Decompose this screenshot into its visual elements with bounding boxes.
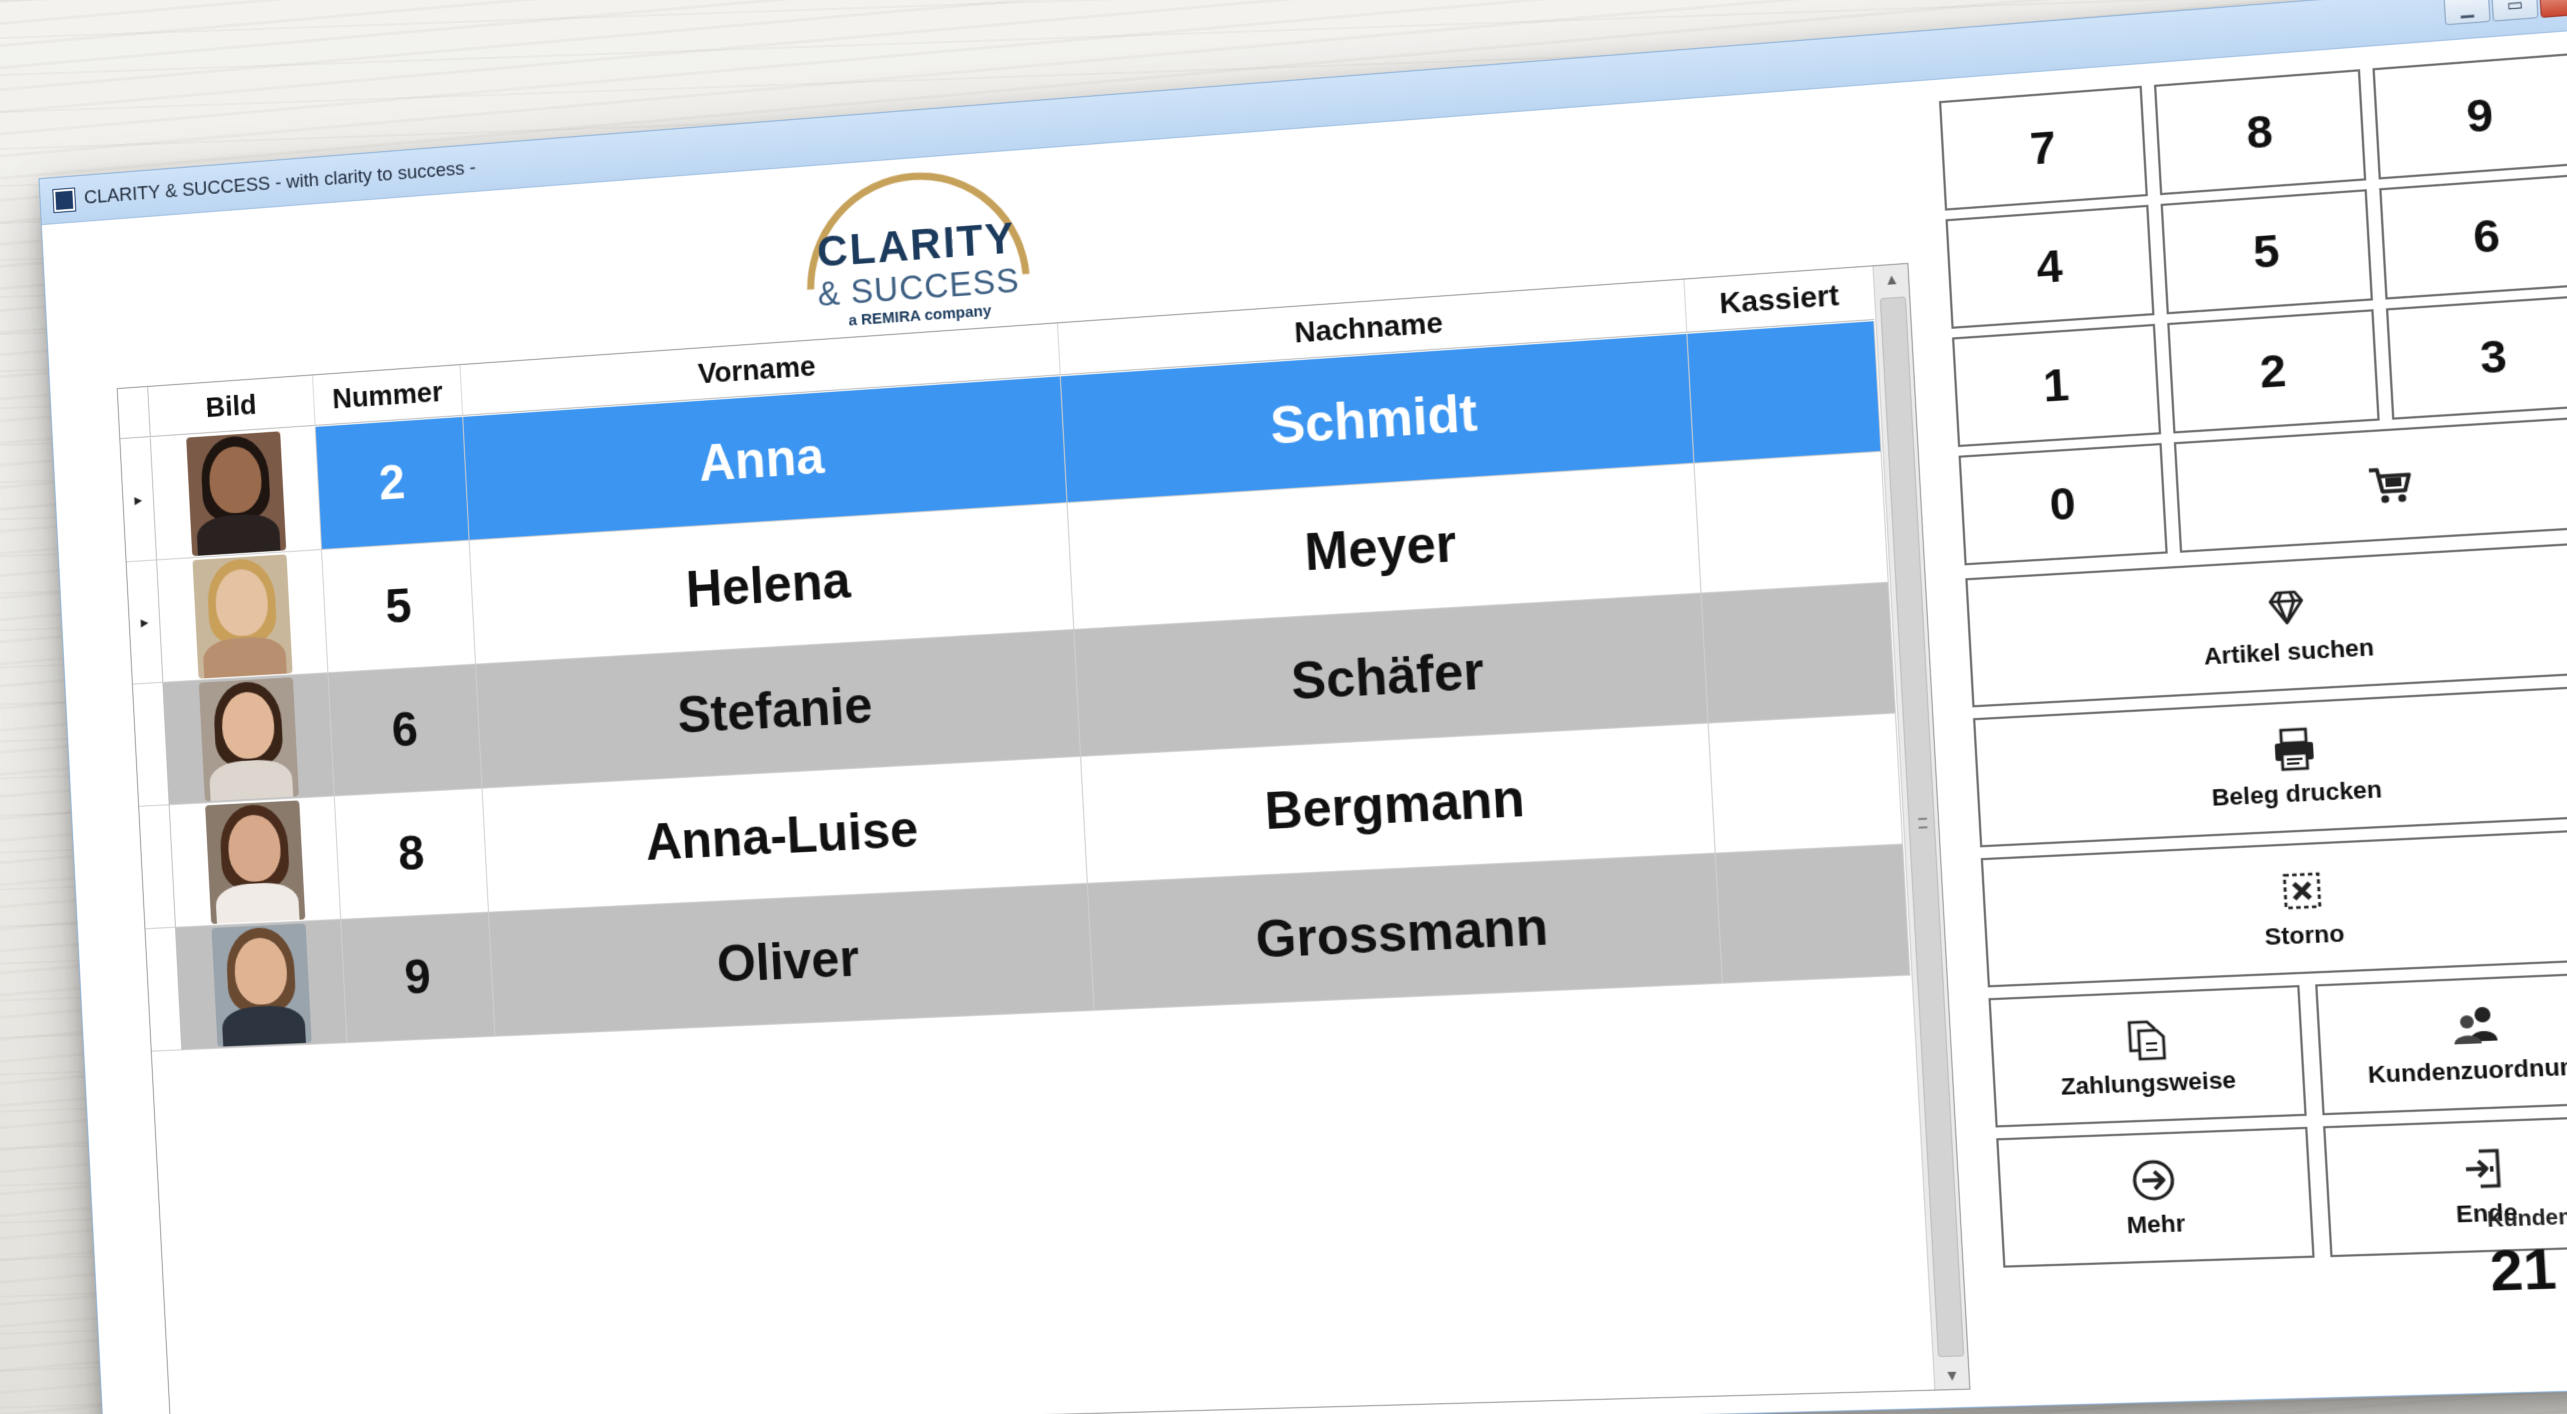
arrow-right-circle-icon (2128, 1156, 2180, 1205)
key-label: 2 (2258, 345, 2287, 399)
cart-button[interactable] (2174, 415, 2567, 552)
kassiert-cell (1695, 452, 1889, 594)
column-header-nummer[interactable]: Nummer (313, 365, 463, 425)
key-8-button[interactable]: 8 (2154, 69, 2366, 195)
column-header-bild[interactable]: Bild (148, 375, 315, 436)
key-label: 7 (2029, 122, 2058, 176)
kundenzuordnung-label: Kundenzuordnung (2367, 1052, 2567, 1089)
key-label: 0 (2048, 478, 2077, 531)
artikel-suchen-button[interactable]: Artikel suchen (1965, 541, 2567, 707)
key-label: 5 (2252, 225, 2281, 279)
row-header-corner (118, 387, 151, 438)
stage: CLARITY & SUCCESS - with clarity to succ… (0, 0, 2567, 1414)
cart-icon (2363, 459, 2415, 510)
key-9-button[interactable]: 9 (2372, 52, 2567, 179)
storno-label: Storno (2264, 920, 2345, 952)
app-icon (53, 188, 75, 212)
customer-photo (186, 431, 286, 556)
beleg-drucken-label: Beleg drucken (2211, 776, 2383, 813)
nummer-cell: 6 (328, 665, 482, 797)
customer-photo (198, 677, 298, 801)
scroll-down-icon[interactable]: ▼ (1934, 1361, 1971, 1390)
photo-cell (157, 550, 328, 683)
key-4-button[interactable]: 4 (1945, 205, 2154, 329)
diamond-icon (2260, 582, 2312, 633)
beleg-drucken-button[interactable]: Beleg drucken (1973, 684, 2567, 847)
key-5-button[interactable]: 5 (2161, 189, 2373, 314)
minimize-button[interactable]: ▁ (2444, 0, 2491, 25)
key-6-button[interactable]: 6 (2379, 173, 2567, 299)
kunden-count: 21 (2488, 1237, 2558, 1305)
nummer-cell: 8 (335, 789, 489, 920)
key-label: 1 (2042, 359, 2071, 412)
photo-cell (151, 427, 322, 561)
customer-grid: Bild Nummer Vorname Nachname Kassiert ▸ (117, 263, 1971, 1414)
kassiert-cell (1716, 845, 1911, 984)
kunden-label: Kunden: (2486, 1205, 2567, 1233)
cancel-box-icon (2276, 866, 2328, 916)
key-7-button[interactable]: 7 (1939, 86, 2148, 211)
key-label: 6 (2472, 209, 2502, 263)
customer-photo (192, 554, 292, 678)
artikel-suchen-label: Artikel suchen (2203, 634, 2375, 672)
close-button[interactable]: x (2539, 0, 2567, 18)
mehr-button[interactable]: Mehr (1996, 1127, 2314, 1268)
column-header-kassiert[interactable]: Kassiert (1684, 266, 1874, 331)
kundenzuordnung-button[interactable]: Kundenzuordnung (2315, 971, 2567, 1115)
exit-door-icon (2458, 1144, 2511, 1194)
photo-cell (170, 796, 342, 927)
customer-photo (205, 800, 305, 924)
key-3-button[interactable]: 3 (2386, 294, 2567, 419)
key-label: 8 (2245, 105, 2274, 159)
app-window: CLARITY & SUCCESS - with clarity to succ… (38, 0, 2567, 1414)
nummer-cell: 9 (341, 913, 495, 1044)
photo-cell (163, 673, 334, 805)
key-label: 3 (2479, 330, 2509, 384)
key-0-button[interactable]: 0 (1959, 443, 2168, 565)
maximize-button[interactable]: ▭ (2491, 0, 2538, 22)
window-controls: ▁ ▭ x (2444, 0, 2567, 25)
mehr-label: Mehr (2126, 1210, 2186, 1240)
key-label: 4 (2035, 240, 2064, 294)
zahlungsweise-label: Zahlungsweise (2060, 1066, 2237, 1101)
users-icon (2450, 1001, 2503, 1051)
printer-icon (2268, 724, 2320, 774)
kassiert-cell (1702, 583, 1896, 724)
key-label: 9 (2465, 89, 2495, 144)
scroll-up-icon[interactable]: ▲ (1874, 264, 1910, 294)
key-1-button[interactable]: 1 (1952, 324, 2161, 447)
nummer-cell: 2 (316, 417, 470, 550)
ende-button[interactable]: Ende (2323, 1114, 2567, 1257)
customer-photo (211, 923, 311, 1046)
key-2-button[interactable]: 2 (2167, 309, 2380, 433)
client-area: CLARITY & SUCCESS a REMIRA company Bild … (42, 27, 2567, 1414)
grip-icon (1918, 818, 1927, 829)
photo-cell (176, 920, 348, 1051)
documents-icon (2120, 1014, 2172, 1064)
storno-button[interactable]: Storno (1981, 827, 2567, 987)
kassiert-cell (1687, 321, 1881, 464)
kassiert-cell (1709, 714, 1903, 854)
zahlungsweise-button[interactable]: Zahlungsweise (1988, 985, 2306, 1127)
nummer-cell: 5 (322, 541, 476, 673)
